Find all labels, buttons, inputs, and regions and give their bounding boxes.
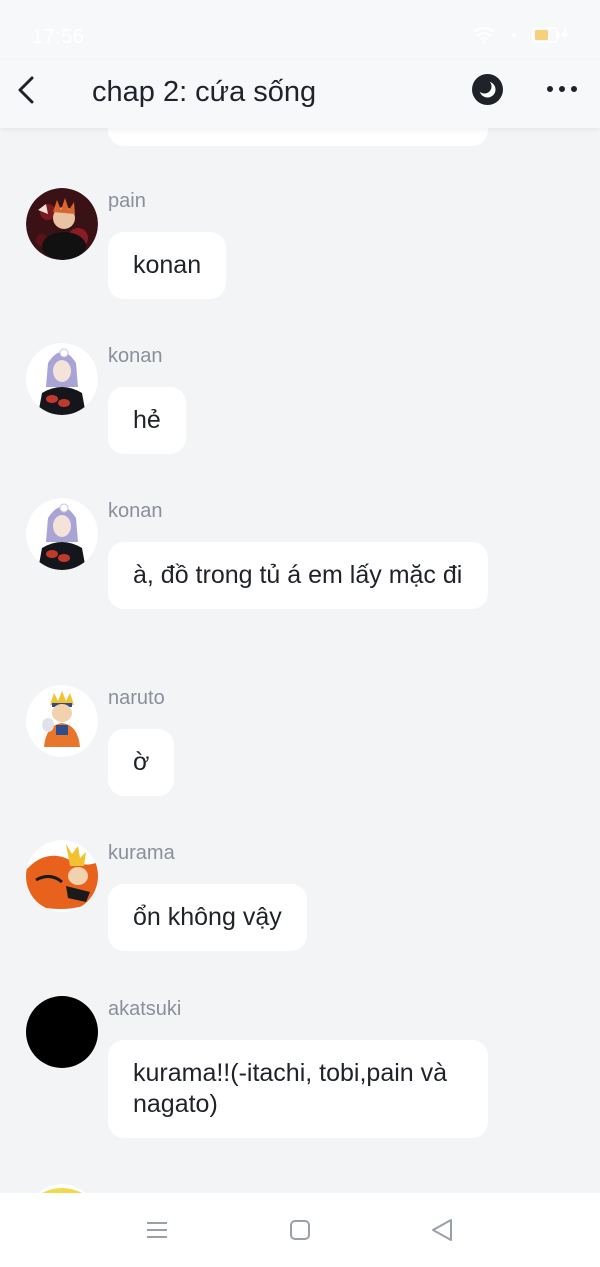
konan-avatar-icon bbox=[26, 498, 98, 570]
avatar[interactable] bbox=[26, 996, 98, 1068]
avatar[interactable] bbox=[26, 685, 98, 757]
chat-list[interactable]: pain konan konan hẻ konan à, đồ trong tủ… bbox=[0, 128, 600, 1193]
pain-avatar-icon bbox=[26, 188, 98, 260]
system-nav-bar bbox=[0, 1193, 600, 1267]
avatar[interactable] bbox=[26, 343, 98, 415]
avatar[interactable] bbox=[26, 1184, 98, 1193]
system-back-button[interactable] bbox=[425, 1213, 459, 1247]
previous-message-bubble bbox=[108, 128, 488, 146]
home-button[interactable] bbox=[283, 1213, 317, 1247]
sender-name: akatsuki bbox=[108, 998, 182, 1020]
sender-name: konan bbox=[108, 345, 163, 367]
signal-dot-icon bbox=[512, 33, 516, 37]
menu-icon bbox=[147, 1222, 167, 1238]
home-square-icon bbox=[290, 1220, 310, 1240]
more-dots-icon bbox=[547, 86, 577, 92]
sender-name: pain bbox=[108, 190, 146, 212]
sender-name: kurama bbox=[108, 842, 175, 864]
night-mode-button[interactable] bbox=[472, 74, 503, 105]
more-options-button[interactable] bbox=[544, 74, 580, 104]
back-triangle-icon bbox=[432, 1219, 452, 1241]
back-button[interactable] bbox=[14, 74, 42, 106]
konan-avatar-icon bbox=[26, 343, 98, 415]
avatar[interactable] bbox=[26, 498, 98, 570]
recent-apps-button[interactable] bbox=[140, 1213, 174, 1247]
status-icons bbox=[472, 26, 572, 44]
next-avatar-icon bbox=[38, 1184, 86, 1193]
sender-name: naruto bbox=[108, 687, 165, 709]
page-title: chap 2: cứa sống bbox=[92, 76, 317, 108]
chapter-header: chap 2: cứa sống bbox=[0, 60, 600, 128]
wifi-icon bbox=[473, 27, 495, 44]
message-bubble: hẻ bbox=[108, 387, 186, 454]
message-bubble: kurama!!(-itachi, tobi,pain và nagato) bbox=[108, 1040, 488, 1138]
sender-name: konan bbox=[108, 500, 163, 522]
battery-icon bbox=[532, 27, 569, 43]
moon-icon bbox=[477, 79, 496, 98]
kurama-avatar-icon bbox=[26, 840, 98, 912]
status-time: 17:56 bbox=[32, 26, 85, 48]
message-bubble: ờ bbox=[108, 729, 175, 796]
message-bubble: ổn không vậy bbox=[108, 884, 307, 951]
avatar[interactable] bbox=[26, 840, 98, 912]
message-bubble: à, đồ trong tủ á em lấy mặc đi bbox=[108, 542, 488, 609]
chevron-left-icon bbox=[18, 76, 34, 104]
avatar[interactable] bbox=[26, 188, 98, 260]
status-bar: 17:56 bbox=[0, 0, 600, 60]
message-bubble: konan bbox=[108, 232, 227, 299]
naruto-avatar-icon bbox=[26, 685, 98, 757]
